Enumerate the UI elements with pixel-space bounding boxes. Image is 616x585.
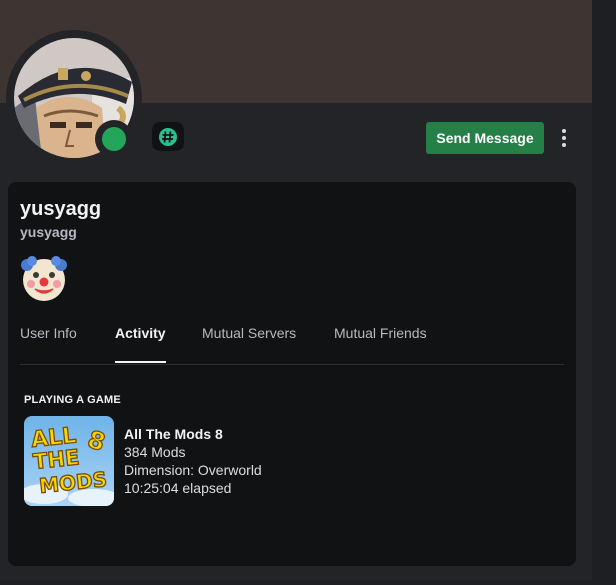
game-elapsed: 10:25:04 elapsed [124, 480, 232, 496]
username: yusyagg [20, 224, 77, 240]
tab-activity[interactable]: Activity [115, 324, 166, 364]
profile-tabs: User Info Activity Mutual Servers Mutual… [20, 324, 564, 365]
game-art: ALL THE MODS 8 [24, 416, 114, 506]
game-state: Dimension: Overworld [124, 462, 262, 478]
activity-section-label: PLAYING A GAME [24, 394, 121, 406]
clown-face-icon[interactable] [19, 253, 69, 303]
game-details: 384 Mods [124, 444, 186, 460]
game-title: All The Mods 8 [124, 426, 223, 442]
tab-user-info[interactable]: User Info [20, 324, 77, 364]
display-name: yusyagg [20, 198, 102, 220]
tab-mutual-friends[interactable]: Mutual Friends [334, 324, 427, 364]
online-status-icon [102, 127, 126, 151]
more-options-icon[interactable] [554, 122, 574, 154]
game-info: All The Mods 8 384 Mods Dimension: Overw… [124, 426, 262, 498]
profile-details-panel: yusyagg yusyagg User Info Activity Mutua… [8, 182, 576, 566]
hashtag-badge-icon[interactable] [152, 122, 184, 151]
profile-card: Send Message yusyagg yusyagg User Info A… [0, 0, 592, 580]
tab-mutual-servers[interactable]: Mutual Servers [202, 324, 296, 364]
send-message-button[interactable]: Send Message [426, 122, 544, 154]
